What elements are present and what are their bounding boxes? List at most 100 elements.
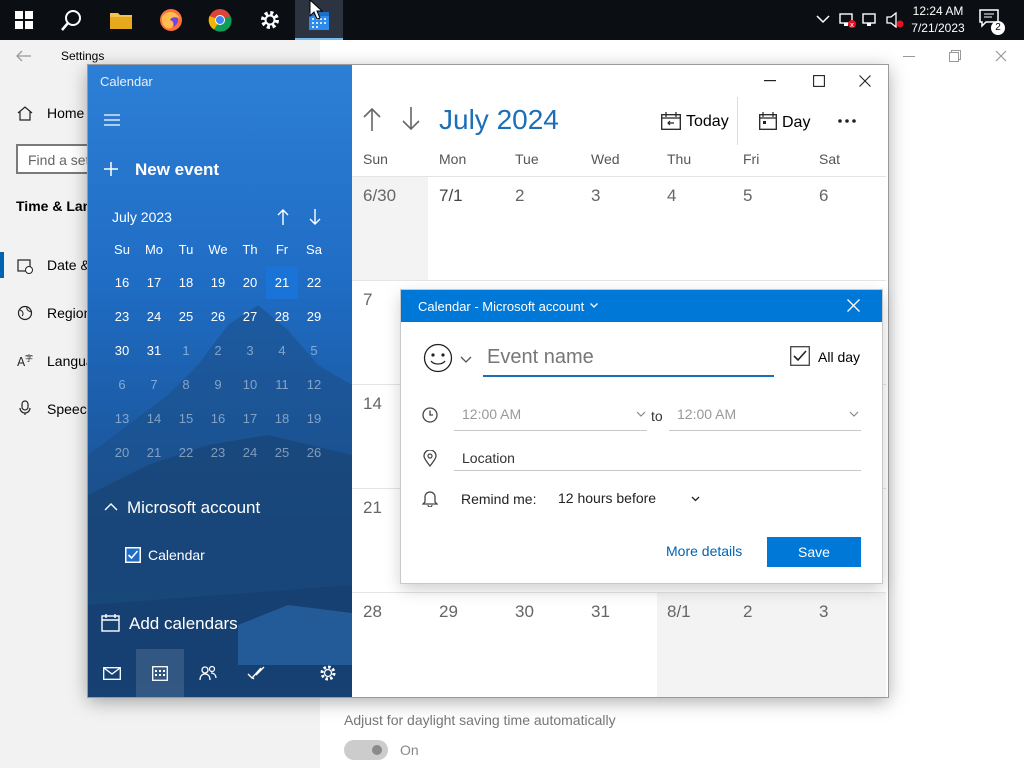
mini-day[interactable]: 27 — [234, 301, 266, 333]
save-button[interactable]: Save — [767, 537, 861, 567]
location-input[interactable]: Location — [462, 450, 515, 466]
mini-day[interactable]: 26 — [298, 437, 330, 469]
mini-day[interactable]: 18 — [170, 267, 202, 299]
month-day-cell[interactable]: 14 — [363, 394, 382, 414]
mini-day[interactable]: 11 — [266, 369, 298, 401]
people-nav-button[interactable] — [184, 649, 232, 697]
back-arrow-icon[interactable] — [16, 50, 32, 62]
mini-calendar-month[interactable]: July 2023 — [112, 209, 172, 225]
month-day-cell[interactable]: 5 — [743, 186, 752, 206]
more-options-icon[interactable] — [838, 119, 856, 123]
mini-day[interactable]: 3 — [234, 335, 266, 367]
mini-day[interactable]: 26 — [202, 301, 234, 333]
search-taskbar-button[interactable] — [48, 0, 96, 40]
mini-day[interactable]: 17 — [234, 403, 266, 435]
mini-day[interactable]: 23 — [106, 301, 138, 333]
month-day-cell[interactable]: 2 — [515, 186, 524, 206]
chrome-taskbar-button[interactable] — [196, 0, 244, 40]
dst-toggle[interactable] — [344, 740, 388, 760]
month-day-cell[interactable]: 6 — [819, 186, 828, 206]
settings-close-icon[interactable] — [995, 50, 1007, 62]
chevron-down-icon[interactable] — [636, 411, 646, 417]
mini-day[interactable]: 19 — [202, 267, 234, 299]
network-icon[interactable] — [862, 12, 880, 28]
settings-restore-icon[interactable] — [949, 50, 961, 62]
mini-day[interactable]: 25 — [170, 301, 202, 333]
mini-day[interactable]: 5 — [298, 335, 330, 367]
calendar-list-item[interactable]: Calendar — [148, 547, 205, 563]
mini-day[interactable]: 24 — [234, 437, 266, 469]
mini-day[interactable]: 8 — [170, 369, 202, 401]
chevron-down-icon[interactable] — [460, 356, 472, 363]
mini-prev-month-icon[interactable] — [277, 209, 289, 225]
end-time-select[interactable]: 12:00 AM — [677, 406, 736, 422]
mini-day[interactable]: 7 — [138, 369, 170, 401]
mini-day[interactable]: 28 — [266, 301, 298, 333]
mini-day[interactable]: 15 — [170, 403, 202, 435]
event-name-input[interactable]: Event name — [487, 346, 594, 369]
settings-item-language[interactable]: Langua — [47, 353, 94, 369]
previous-month-icon[interactable] — [362, 107, 382, 131]
next-month-icon[interactable] — [401, 107, 421, 131]
mini-day[interactable]: 22 — [170, 437, 202, 469]
close-icon[interactable] — [859, 75, 871, 87]
remind-select[interactable]: 12 hours before — [558, 490, 656, 506]
network-alert-icon[interactable]: x — [838, 12, 856, 28]
mini-day[interactable]: 4 — [266, 335, 298, 367]
calendar-checkbox[interactable] — [125, 547, 141, 563]
chevron-down-icon[interactable] — [691, 496, 700, 502]
settings-item-region[interactable]: Region — [47, 305, 91, 321]
add-calendars-link[interactable]: Add calendars — [129, 614, 238, 634]
month-day-cell[interactable]: 4 — [667, 186, 676, 206]
mini-day[interactable]: 20 — [106, 437, 138, 469]
mini-day[interactable]: 16 — [202, 403, 234, 435]
mini-day[interactable]: 19 — [298, 403, 330, 435]
mini-day[interactable]: 9 — [202, 369, 234, 401]
mini-day[interactable]: 31 — [138, 335, 170, 367]
maximize-icon[interactable] — [813, 75, 825, 87]
popup-calendar-selector[interactable]: Calendar - Microsoft account — [418, 299, 584, 314]
file-explorer-taskbar-button[interactable] — [97, 0, 145, 40]
today-button[interactable]: Today — [686, 113, 729, 131]
mini-day[interactable]: 24 — [138, 301, 170, 333]
month-day-cell[interactable]: 31 — [591, 602, 610, 622]
mini-day[interactable]: 30 — [106, 335, 138, 367]
mini-day[interactable]: 18 — [266, 403, 298, 435]
mini-day[interactable]: 2 — [202, 335, 234, 367]
start-time-select[interactable]: 12:00 AM — [462, 406, 521, 422]
settings-item-date[interactable]: Date & — [47, 257, 90, 273]
month-day-cell[interactable]: 2 — [743, 602, 752, 622]
month-title[interactable]: July 2024 — [439, 104, 559, 136]
mini-day[interactable]: 25 — [266, 437, 298, 469]
month-day-cell[interactable]: 30 — [515, 602, 534, 622]
all-day-checkbox[interactable] — [790, 346, 810, 366]
chevron-up-icon[interactable] — [104, 502, 118, 511]
more-details-link[interactable]: More details — [666, 543, 742, 559]
chevron-down-icon[interactable] — [849, 411, 859, 417]
mini-day[interactable]: 16 — [106, 267, 138, 299]
hamburger-menu-icon[interactable] — [104, 114, 120, 126]
mini-next-month-icon[interactable] — [309, 209, 321, 225]
mini-day[interactable]: 21 — [138, 437, 170, 469]
settings-minimize-icon[interactable] — [903, 56, 915, 58]
smiley-emoji-icon[interactable] — [423, 343, 453, 373]
mini-day[interactable]: 17 — [138, 267, 170, 299]
mini-day[interactable]: 20 — [234, 267, 266, 299]
popup-close-icon[interactable] — [847, 299, 860, 312]
todo-nav-button[interactable] — [232, 649, 280, 697]
mini-day[interactable]: 22 — [298, 267, 330, 299]
mini-day[interactable]: 14 — [138, 403, 170, 435]
settings-taskbar-button[interactable] — [246, 0, 294, 40]
month-day-cell[interactable]: 3 — [819, 602, 828, 622]
mini-day[interactable]: 29 — [298, 301, 330, 333]
mini-day[interactable]: 1 — [170, 335, 202, 367]
calendar-nav-button[interactable] — [136, 649, 184, 697]
month-day-cell[interactable]: 21 — [363, 498, 382, 518]
chevron-down-icon[interactable] — [590, 303, 598, 308]
action-center-button[interactable]: 2 — [978, 8, 1005, 35]
month-day-cell[interactable]: 7/1 — [439, 186, 463, 206]
month-day-cell[interactable]: 6/30 — [363, 186, 396, 206]
month-day-cell[interactable]: 28 — [363, 602, 382, 622]
mail-nav-button[interactable] — [88, 649, 136, 697]
firefox-taskbar-button[interactable] — [147, 0, 195, 40]
